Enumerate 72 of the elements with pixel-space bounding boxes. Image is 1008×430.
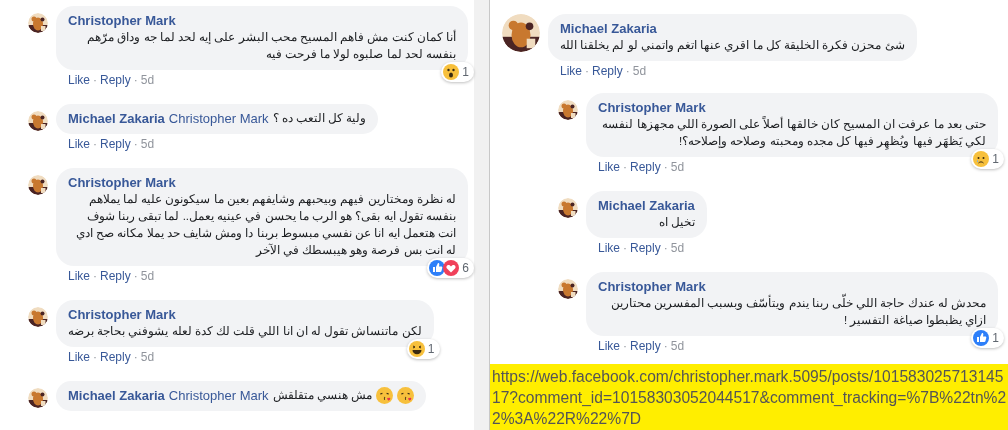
reply-link[interactable]: Reply xyxy=(100,269,131,284)
comment-text: محدش له عندك حاجة اللي خلّى ربنا يندم ويتأسّف وبسبب المفسرين محتارين ازاي يظبطوا صياغة التفسير ! xyxy=(598,295,986,329)
scrollbar-track[interactable] xyxy=(474,0,490,430)
reaction-count: 1 xyxy=(992,330,999,347)
comment-text: حتى بعد ما عرفت ان المسيح كان خالقها أصلاً على الصورة اللي مجهزها لنفسه لكي يَظهَر فيها ويُظهِر فيها كل مجده ومحبته وصلاحه وإصلاحه؟! xyxy=(598,116,986,150)
author-name[interactable]: Michael Zakaria xyxy=(560,20,657,37)
separator-dot: · xyxy=(625,64,630,79)
author-name[interactable]: Christopher Mark xyxy=(598,99,706,116)
author-name[interactable]: Michael Zakaria xyxy=(68,110,165,127)
like-link[interactable]: Like xyxy=(68,137,90,152)
like-link[interactable]: Like xyxy=(560,64,582,79)
timestamp: 5d xyxy=(140,350,155,365)
reaction-badge[interactable]: 1 xyxy=(441,62,474,82)
separator-dot: · xyxy=(663,339,668,354)
timestamp: 5d xyxy=(632,64,647,79)
reply-link[interactable]: Reply xyxy=(100,73,131,88)
author-name[interactable]: Michael Zakaria xyxy=(68,387,165,404)
separator-dot: · xyxy=(585,64,589,79)
comment-text: تخيل اه xyxy=(657,215,695,230)
timestamp: 5d xyxy=(140,73,155,88)
timestamp: 5d xyxy=(670,241,685,256)
separator-dot: · xyxy=(623,241,627,256)
timestamp: 5d xyxy=(140,137,155,152)
like-link[interactable]: Like xyxy=(68,73,90,88)
timestamp: 5d xyxy=(670,339,685,354)
author-name[interactable]: Christopher Mark xyxy=(68,12,176,29)
reaction-count: 1 xyxy=(992,151,999,168)
separator-dot: · xyxy=(93,350,97,365)
separator-dot: · xyxy=(623,160,627,175)
reaction-count: 6 xyxy=(462,260,469,277)
like-link[interactable]: Like xyxy=(68,269,90,284)
separator-dot: · xyxy=(133,137,138,152)
reaction-badge[interactable]: 1 xyxy=(971,149,1004,169)
author-name[interactable]: Christopher Mark xyxy=(598,278,706,295)
timestamp: 5d xyxy=(140,269,155,284)
like-link[interactable]: Like xyxy=(598,241,620,256)
comment-text: مش هنسي متقلقش xyxy=(272,388,372,404)
separator-dot: · xyxy=(93,137,97,152)
like-link[interactable]: Like xyxy=(598,160,620,175)
comment-text: أنا كمان كنت مش فاهم المسيح محب البشر على إيه لحد لما جه وداق مرّهم بنفسه لحد لما صلبوه لولا ما فرحت فيه xyxy=(86,29,456,63)
separator-dot: · xyxy=(663,241,668,256)
reaction-badge[interactable]: 1 xyxy=(406,339,440,359)
reaction-count: 1 xyxy=(462,64,469,81)
mention-link[interactable]: Christopher Mark xyxy=(168,110,269,127)
comment-text: لكن ماتنساش تقول له ان انا اللي قلت لك كدة لعله يشوفني بحاجة برضه xyxy=(68,324,422,340)
reply-link[interactable]: Reply xyxy=(630,160,661,175)
mention-link[interactable]: Christopher Mark xyxy=(168,387,269,404)
separator-dot: · xyxy=(663,160,668,175)
separator-dot: · xyxy=(93,73,97,88)
link-note: https://web.facebook.com/christopher.mark.5095/posts/10158302571314517?comment_id=10158303052044517&comment_tracking=%7B%22tn%22%3A%22R%22%7D xyxy=(490,364,1008,430)
reply-link[interactable]: Reply xyxy=(592,64,623,79)
reaction-count: 1 xyxy=(427,341,435,358)
comment-text: له نظرة ومختارين فيهم وبيحبهم وشايفهم بعين ما سيكونون عليه لما يملاهم بنفسه تقول ايه بقى؟ هو الرب ما يحسن في عينيه يعمل.. لما تبقى ربنا شوف انت هتعمل ايه انا عن نفسي مبسوط بربنا دا ومش شايف حد يملا مكانه صح ادي له انت بس فرصة وهو هيبسطك في الآخر xyxy=(75,192,456,259)
reply-link[interactable]: Reply xyxy=(630,339,661,354)
reply-link[interactable]: Reply xyxy=(100,350,131,365)
author-name[interactable]: Christopher Mark xyxy=(68,306,176,323)
like-link[interactable]: Like xyxy=(598,339,620,354)
separator-dot: · xyxy=(133,350,138,365)
timestamp: 5d xyxy=(670,160,685,175)
reaction-badge[interactable]: 1 xyxy=(971,328,1004,348)
author-name[interactable]: Michael Zakaria xyxy=(598,197,695,214)
like-link[interactable]: Like xyxy=(68,350,90,365)
separator-dot: · xyxy=(93,269,97,284)
separator-dot: · xyxy=(133,269,138,284)
author-name[interactable]: Christopher Mark xyxy=(68,174,176,191)
separator-dot: · xyxy=(623,339,627,354)
comment-text: شئ محزن فكرة الخليقة كل ما اقري عنها اتغم واتمني لو لم يخلقنا الله xyxy=(560,38,905,54)
reaction-badge[interactable]: 6 xyxy=(427,258,474,278)
comment-text: ولية كل التعب ده ؟ xyxy=(272,111,367,127)
reply-link[interactable]: Reply xyxy=(100,137,131,152)
reply-link[interactable]: Reply xyxy=(630,241,661,256)
separator-dot: · xyxy=(133,73,138,88)
